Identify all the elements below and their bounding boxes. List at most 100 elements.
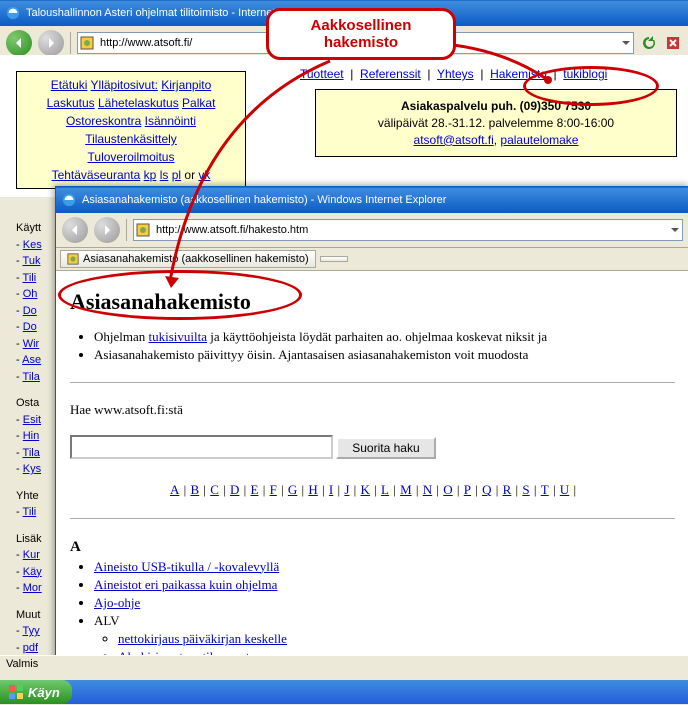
forward-button[interactable] bbox=[38, 30, 64, 56]
url-input[interactable] bbox=[154, 223, 666, 237]
text: or bbox=[184, 168, 195, 182]
alpha-link[interactable]: R bbox=[503, 482, 512, 497]
leftcol-link[interactable]: Tila bbox=[23, 371, 40, 383]
leftcol-link[interactable]: Tila bbox=[23, 447, 40, 459]
alpha-link[interactable]: O bbox=[443, 482, 452, 497]
contact-email[interactable]: atsoft@atsoft.fi bbox=[414, 133, 494, 147]
link[interactable]: kp bbox=[144, 168, 157, 182]
dropdown-icon[interactable] bbox=[670, 225, 680, 235]
link[interactable]: Etätuki bbox=[51, 78, 88, 92]
alpha-link[interactable]: F bbox=[270, 482, 277, 497]
left-column: Käytt- Kes- Tuk- Tili- Oh- Do- Do- Wir- … bbox=[16, 210, 42, 656]
yellow-links-box: Etätuki Ylläpitosivut: Kirjanpito Laskut… bbox=[16, 71, 246, 189]
leftcol-link[interactable]: Do bbox=[23, 305, 37, 317]
link[interactable]: Tehtäväseuranta bbox=[52, 168, 141, 182]
browser-tab[interactable]: Asiasanahakemisto (aakkosellinen hakemis… bbox=[60, 250, 316, 268]
alpha-link[interactable]: J bbox=[344, 482, 349, 497]
refresh-icon[interactable] bbox=[640, 34, 658, 52]
link[interactable]: Palkat bbox=[182, 96, 215, 110]
leftcol-link[interactable]: Esit bbox=[23, 414, 41, 426]
nav-link[interactable]: tukiblogi bbox=[563, 67, 607, 81]
alpha-link[interactable]: T bbox=[541, 482, 549, 497]
start-button[interactable]: Käyn bbox=[0, 680, 72, 704]
link[interactable]: Kirjanpito bbox=[161, 78, 211, 92]
alpha-link[interactable]: D bbox=[230, 482, 239, 497]
separator bbox=[70, 32, 71, 54]
leftcol-header: Osta bbox=[16, 395, 42, 412]
contact-box: Asiakaspalvelu puh. (09)350 7530 välipäi… bbox=[315, 89, 677, 157]
link[interactable]: Tilaustenkäsittely bbox=[85, 132, 177, 146]
alpha-link[interactable]: G bbox=[288, 482, 297, 497]
search-button[interactable]: Suorita haku bbox=[336, 437, 435, 459]
callout-line2: hakemisto bbox=[277, 34, 445, 51]
leftcol-link[interactable]: Hin bbox=[23, 430, 40, 442]
leftcol-link[interactable]: Käy bbox=[23, 566, 42, 578]
link[interactable]: pl bbox=[172, 168, 181, 182]
leftcol-link[interactable]: Kur bbox=[23, 549, 40, 561]
feedback-link[interactable]: palautelomake bbox=[500, 133, 578, 147]
window2: Asiasanahakemisto (aakkosellinen hakemis… bbox=[55, 186, 688, 686]
back-button[interactable] bbox=[6, 30, 32, 56]
leftcol-link[interactable]: Oh bbox=[23, 288, 38, 300]
url-bar[interactable] bbox=[133, 219, 683, 241]
page-icon bbox=[67, 253, 79, 265]
alpha-link[interactable]: Q bbox=[482, 482, 491, 497]
link[interactable]: Laskutus bbox=[47, 96, 95, 110]
windows-icon bbox=[8, 684, 24, 700]
nav-link[interactable]: Referenssit bbox=[360, 67, 421, 81]
alpha-link[interactable]: A bbox=[170, 482, 179, 497]
ie-icon bbox=[6, 6, 20, 20]
new-tab[interactable] bbox=[320, 256, 348, 262]
alpha-link[interactable]: K bbox=[361, 482, 370, 497]
leftcol-link[interactable]: Do bbox=[23, 321, 37, 333]
nav-link-hakemisto[interactable]: Hakemisto bbox=[490, 67, 547, 81]
alpha-link[interactable]: C bbox=[210, 482, 219, 497]
callout-line1: Aakkosellinen bbox=[277, 17, 445, 34]
back-button[interactable] bbox=[62, 217, 88, 243]
page-icon bbox=[80, 36, 94, 50]
index-link[interactable]: Aineistot eri paikassa kuin ohjelma bbox=[94, 577, 277, 592]
alpha-link[interactable]: M bbox=[400, 482, 412, 497]
nav-link[interactable]: Yhteys bbox=[437, 67, 474, 81]
index-link[interactable]: Ajo-ohje bbox=[94, 595, 140, 610]
index-link[interactable]: Aineisto USB-tikulla / -kovalevyllä bbox=[94, 559, 279, 574]
leftcol-link[interactable]: Tili bbox=[23, 272, 37, 284]
search-input[interactable] bbox=[70, 435, 333, 459]
alpha-link[interactable]: N bbox=[423, 482, 432, 497]
link[interactable]: vk bbox=[198, 168, 210, 182]
link[interactable]: Ylläpitosivut: bbox=[91, 78, 158, 92]
index-sublink[interactable]: nettokirjaus päiväkirjan keskelle bbox=[118, 631, 287, 646]
link[interactable]: Isännöinti bbox=[145, 114, 196, 128]
leftcol-link[interactable]: Tyy bbox=[23, 625, 40, 637]
alpha-link[interactable]: I bbox=[329, 482, 333, 497]
contact-phone: Asiakaspalvelu puh. (09)350 7530 bbox=[401, 99, 591, 113]
alpha-link[interactable]: S bbox=[522, 482, 529, 497]
alpha-link[interactable]: L bbox=[381, 482, 389, 497]
taskbar: Käyn bbox=[0, 680, 688, 704]
dropdown-icon[interactable] bbox=[621, 38, 631, 48]
leftcol-link[interactable]: Kes bbox=[23, 239, 42, 251]
link[interactable]: Tuloveroilmoitus bbox=[88, 150, 175, 164]
tukisivuilta-link[interactable]: tukisivuilta bbox=[149, 329, 208, 344]
leftcol-link[interactable]: Wir bbox=[23, 338, 40, 350]
link[interactable]: ls bbox=[160, 168, 169, 182]
ie-icon bbox=[62, 193, 76, 207]
alpha-link[interactable]: B bbox=[190, 482, 199, 497]
alpha-link[interactable]: H bbox=[308, 482, 317, 497]
alpha-link[interactable]: E bbox=[251, 482, 259, 497]
leftcol-link[interactable]: Kys bbox=[23, 463, 41, 475]
intro-bullet: Asiasanahakemisto päivittyy öisin. Ajant… bbox=[94, 346, 675, 364]
alpha-link[interactable]: U bbox=[560, 482, 569, 497]
alpha-link[interactable]: P bbox=[464, 482, 471, 497]
stop-icon[interactable] bbox=[664, 34, 682, 52]
leftcol-link[interactable]: Mor bbox=[23, 582, 42, 594]
nav-link[interactable]: Tuotteet bbox=[300, 67, 344, 81]
link[interactable]: Lähetelaskutus bbox=[98, 96, 179, 110]
link[interactable]: Ostoreskontra bbox=[66, 114, 141, 128]
leftcol-link[interactable]: Tili bbox=[23, 506, 37, 518]
forward-button[interactable] bbox=[94, 217, 120, 243]
leftcol-link[interactable]: Tuk bbox=[23, 255, 41, 267]
tabs-row: Asiasanahakemisto (aakkosellinen hakemis… bbox=[56, 248, 688, 271]
leftcol-link[interactable]: pdf bbox=[23, 642, 38, 654]
leftcol-link[interactable]: Ase bbox=[22, 354, 41, 366]
